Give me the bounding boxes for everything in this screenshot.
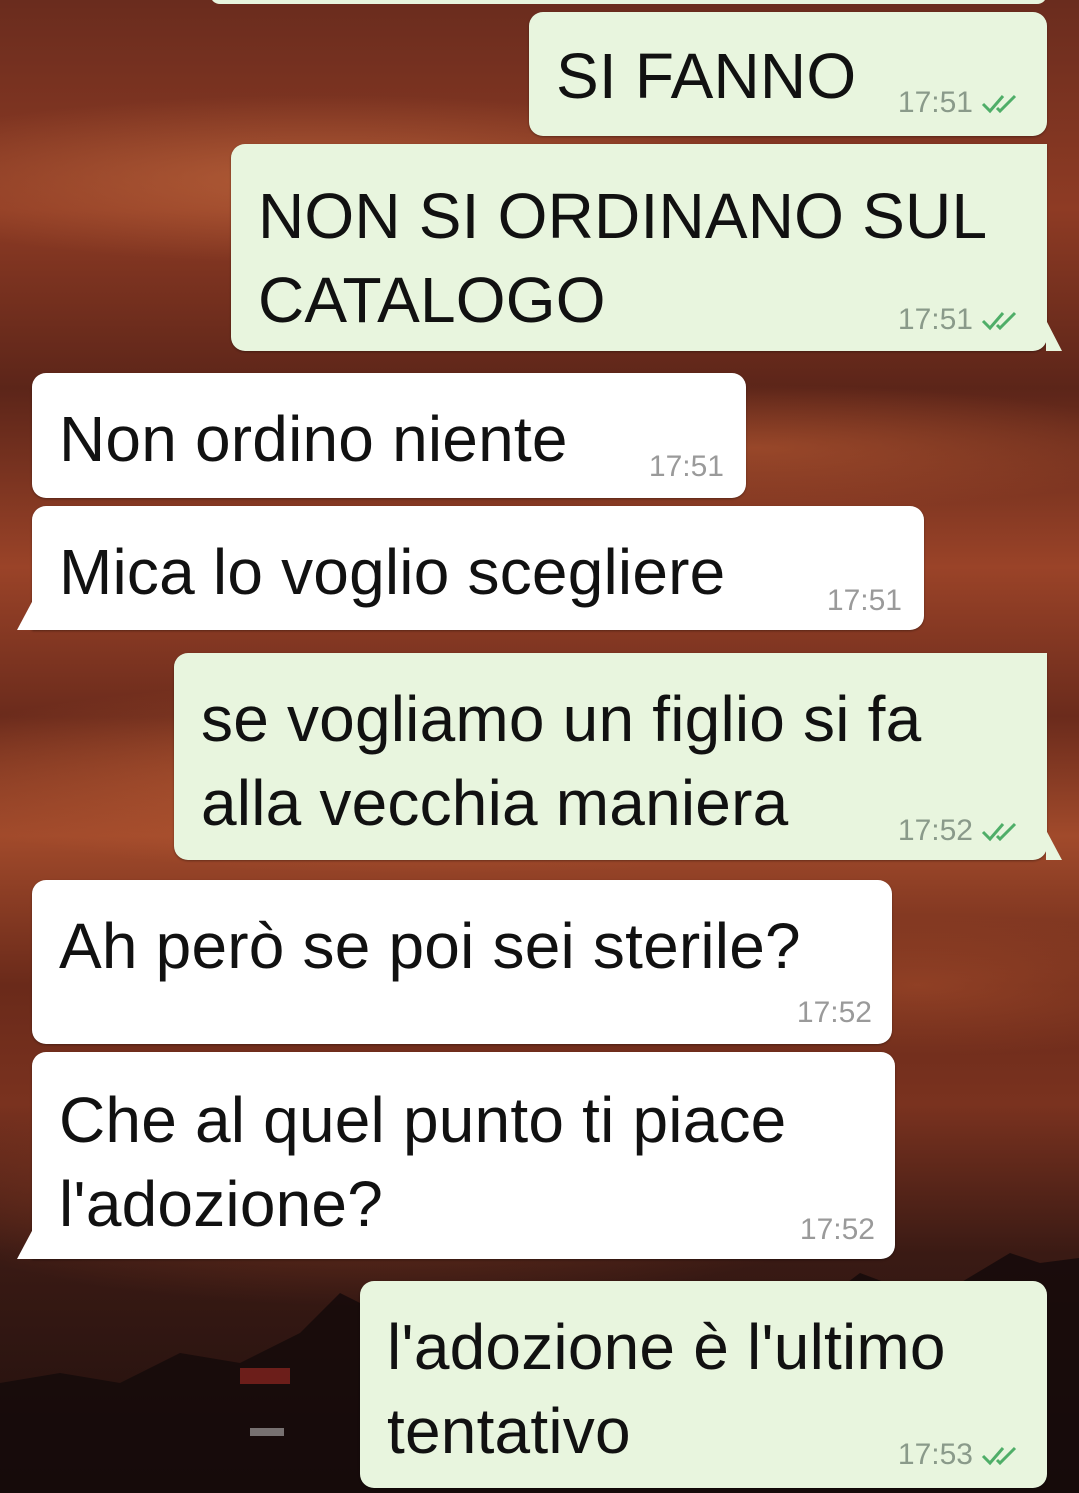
message-time: 17:52 [796, 996, 872, 1029]
message-text: Non ordino niente [59, 403, 568, 475]
message-meta: 17:51 [898, 303, 1027, 337]
message-bubble-outgoing[interactable]: se vogliamo un figlio si fa alla vecchia… [174, 653, 1047, 860]
message-text: NON SI ORDINANO SUL CATALOGO [258, 180, 988, 336]
message-text: Che al quel punto ti piace l'adozione? [59, 1084, 787, 1240]
message-meta: 17:52 [800, 1213, 875, 1247]
message-bubble-incoming[interactable]: Mica lo voglio scegliere 17:51 [32, 506, 924, 630]
message-text: Ah però se poi sei sterile? [59, 910, 801, 982]
bubble-tail [17, 1229, 33, 1259]
message-text: Mica lo voglio scegliere [59, 536, 726, 608]
message-bubble-outgoing[interactable]: l'adozione è l'ultimo tentativo 17:53 [360, 1281, 1047, 1488]
bubble-tail [17, 600, 33, 630]
message-bubble-outgoing[interactable]: NON SI ORDINANO SUL CATALOGO 17:51 [231, 144, 1047, 351]
message-time: 17:53 [897, 1438, 973, 1471]
message-meta: 17:52 [797, 996, 872, 1030]
message-time: 17:51 [826, 584, 902, 617]
message-bubble-incoming[interactable]: Ah però se poi sei sterile? 17:52 [32, 880, 892, 1044]
message-text: l'adozione è l'ultimo tentativo [387, 1311, 946, 1467]
read-ticks-icon [981, 1446, 1017, 1466]
read-ticks-icon [981, 311, 1017, 331]
message-bubble-outgoing[interactable]: SI FANNO 17:51 [529, 12, 1047, 136]
message-time: 17:52 [897, 814, 973, 847]
bubble-tail [1046, 320, 1062, 351]
read-ticks-icon [981, 822, 1017, 842]
message-text: se vogliamo un figlio si fa alla vecchia… [201, 683, 922, 839]
message-time: 17:51 [648, 450, 724, 483]
message-meta: 17:51 [898, 86, 1027, 120]
bubble-tail [1046, 830, 1062, 860]
message-bubble-incoming[interactable]: Non ordino niente 17:51 [32, 373, 746, 498]
message-time: 17:52 [799, 1213, 875, 1246]
message-text: SI FANNO [556, 40, 857, 112]
message-meta: 17:52 [898, 814, 1027, 848]
message-meta: 17:51 [649, 450, 724, 484]
message-bubble-incoming[interactable]: Che al quel punto ti piace l'adozione? 1… [32, 1052, 895, 1259]
message-time: 17:51 [897, 86, 973, 119]
message-time: 17:51 [897, 303, 973, 336]
message-meta: 17:51 [827, 584, 902, 618]
previous-message-edge [210, 0, 1047, 4]
read-ticks-icon [981, 94, 1017, 114]
message-meta: 17:53 [898, 1438, 1027, 1472]
